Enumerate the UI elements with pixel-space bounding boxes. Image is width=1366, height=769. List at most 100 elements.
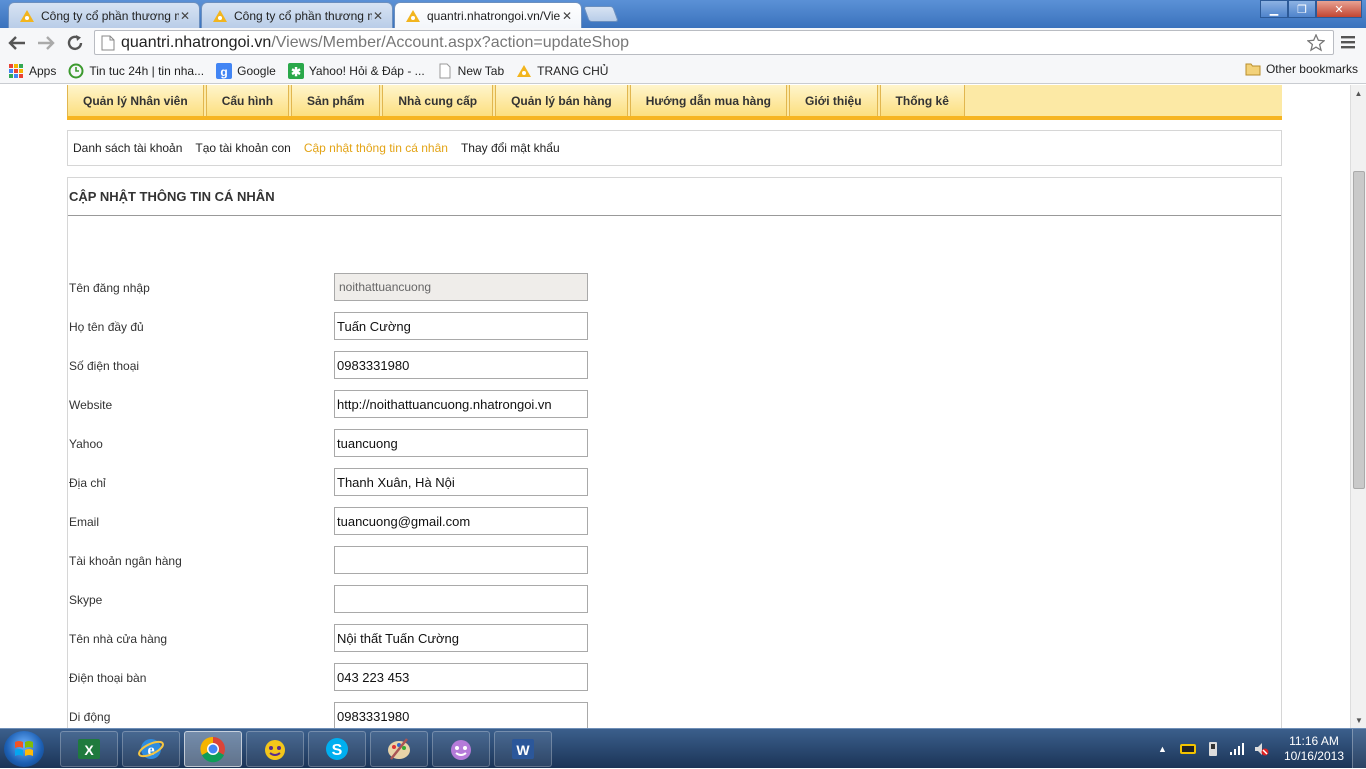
url-path: /Views/Member/Account.aspx?action=update… [271,33,630,51]
form-row-shop-name: Tên nhà cửa hàng [68,624,668,654]
menu-quan-ly-ban-hang[interactable]: Quản lý bán hàng [495,85,628,116]
bookmark-trang-chu[interactable]: TRANG CHỦ [516,63,608,79]
form-row-full-name: Họ tên đầy đủ [68,312,668,342]
submenu-thay-doi-mat-khau[interactable]: Thay đổi mật khẩu [461,141,560,155]
site-logo-icon [213,9,227,22]
paint-icon [388,738,410,760]
windows-taskbar: X e S W ▲ 11:16 AM 10/16/2013 [0,728,1366,769]
tray-expand-icon[interactable]: ▲ [1158,744,1167,754]
username-field[interactable] [334,273,588,301]
window-controls: ▁ ❐ ✕ [1260,0,1362,18]
browser-tab-1[interactable]: Công ty cổ phần thương m ✕ [8,2,200,28]
show-desktop-button[interactable] [1352,729,1366,769]
field-label: Email [69,515,100,529]
taskbar-chrome[interactable] [184,731,242,767]
mobile-field[interactable] [334,702,588,728]
browser-tab-3[interactable]: quantri.nhatrongoi.vn/Vie ✕ [394,2,582,28]
bookmark-apps[interactable]: Apps [8,63,56,79]
shop-name-field[interactable] [334,624,588,652]
forward-button[interactable] [32,29,60,57]
scroll-down-icon[interactable]: ▼ [1351,712,1366,728]
taskbar-ie[interactable]: e [122,731,180,767]
menu-cau-hinh[interactable]: Cấu hình [205,85,290,116]
bookmark-google[interactable]: g Google [216,62,276,79]
word-icon: W [512,739,534,759]
folder-icon [1245,63,1261,76]
reload-button[interactable] [61,29,89,57]
landline-field[interactable] [334,663,588,691]
field-label: Tài khoản ngân hàng [69,554,182,568]
submenu-danh-sach-tai-khoan[interactable]: Danh sách tài khoản [73,141,182,155]
scroll-up-icon[interactable]: ▲ [1351,85,1366,101]
taskbar-skype[interactable]: S [308,731,366,767]
field-label: Website [69,398,113,412]
svg-text:X: X [84,742,94,758]
tray-app-icon[interactable] [1179,742,1197,756]
bookmark-new-tab[interactable]: New Tab [437,63,504,79]
bank-account-field[interactable] [334,546,588,574]
browser-toolbar: quantri.nhatrongoi.vn/Views/Member/Accou… [0,28,1366,58]
yahoo-field[interactable] [334,429,588,457]
google-icon: g [216,62,233,79]
volume-muted-icon[interactable] [1253,741,1269,757]
main-menu: Quản lý Nhân viên Cấu hình Sản phẩm Nhà … [67,85,1282,120]
bookmark-label: Apps [29,63,57,78]
scroll-thumb[interactable] [1353,171,1365,489]
site-logo-icon [406,9,420,22]
chrome-menu-icon[interactable] [1340,34,1356,50]
menu-gioi-thieu[interactable]: Giới thiệu [789,85,878,116]
menu-quan-ly-nhan-vien[interactable]: Quản lý Nhân viên [67,85,204,116]
signal-strength-icon[interactable] [1229,742,1245,756]
internet-explorer-icon: e [138,739,164,759]
browser-tab-title: Công ty cổ phần thương m [234,8,372,23]
url-host: quantri.nhatrongoi.vn [121,33,272,51]
field-label: Số điện thoại [69,359,140,373]
new-tab-button[interactable] [583,6,619,22]
bookmark-star-icon[interactable] [1307,34,1325,52]
bookmark-label: Yahoo! Hỏi & Đáp - ... [308,63,425,78]
menu-san-pham[interactable]: Sản phẩm [291,85,381,116]
menu-thong-ke[interactable]: Thống kê [879,85,965,116]
close-tab-icon[interactable]: ✕ [179,9,191,23]
taskbar-clock[interactable]: 11:16 AM 10/16/2013 [1284,734,1344,764]
website-field[interactable] [334,390,588,418]
excel-icon: X [78,739,100,759]
minimize-icon[interactable]: ▁ [1260,0,1288,18]
address-field[interactable] [334,468,588,496]
svg-text:g: g [220,65,227,79]
start-button[interactable] [4,731,44,767]
close-tab-icon[interactable]: ✕ [561,9,573,23]
menu-nha-cung-cap[interactable]: Nhà cung cấp [382,85,494,116]
address-bar[interactable]: quantri.nhatrongoi.vn/Views/Member/Accou… [94,30,1334,55]
other-bookmarks[interactable]: Other bookmarks [1245,62,1358,76]
form-row-email: Email [68,507,668,537]
bookmarks-bar: Apps Tin tuc 24h | tin nha... g Google ✱… [0,58,1366,84]
phone-field[interactable] [334,351,588,379]
taskbar-yahoo-messenger-2[interactable] [432,731,490,767]
submenu-tao-tai-khoan-con[interactable]: Tạo tài khoản con [195,141,290,155]
browser-tab-2[interactable]: Công ty cổ phần thương m ✕ [201,2,393,28]
submenu-cap-nhat-thong-tin[interactable]: Cập nhật thông tin cá nhân [304,141,448,155]
close-window-icon[interactable]: ✕ [1316,0,1362,18]
menu-huong-dan-mua-hang[interactable]: Hướng dẫn mua hàng [629,85,787,116]
svg-text:W: W [516,742,530,758]
bookmark-yahoo-answers[interactable]: ✱ Yahoo! Hỏi & Đáp - ... [287,62,425,79]
full-name-field[interactable] [334,312,588,340]
back-button[interactable] [3,29,31,57]
browser-tab-title: quantri.nhatrongoi.vn/Vie [427,8,561,23]
page-scrollbar[interactable]: ▲ ▼ [1350,85,1366,728]
taskbar-paint[interactable] [370,731,428,767]
form-row-landline: Điện thoại bàn [68,663,668,693]
skype-field[interactable] [334,585,588,613]
taskbar-excel[interactable]: X [60,731,118,767]
browser-tab-title: Công ty cổ phần thương m [41,8,179,23]
tray-network-device-icon[interactable] [1207,741,1219,757]
site-logo-icon [517,64,532,77]
email-field[interactable] [334,507,588,535]
bookmark-tintuc24h[interactable]: Tin tuc 24h | tin nha... [68,63,204,79]
taskbar-word[interactable]: W [494,731,552,767]
form-row-mobile: Di động [68,702,668,728]
restore-icon[interactable]: ❐ [1288,0,1316,18]
taskbar-yahoo-messenger-1[interactable] [246,731,304,767]
close-tab-icon[interactable]: ✕ [372,9,384,23]
